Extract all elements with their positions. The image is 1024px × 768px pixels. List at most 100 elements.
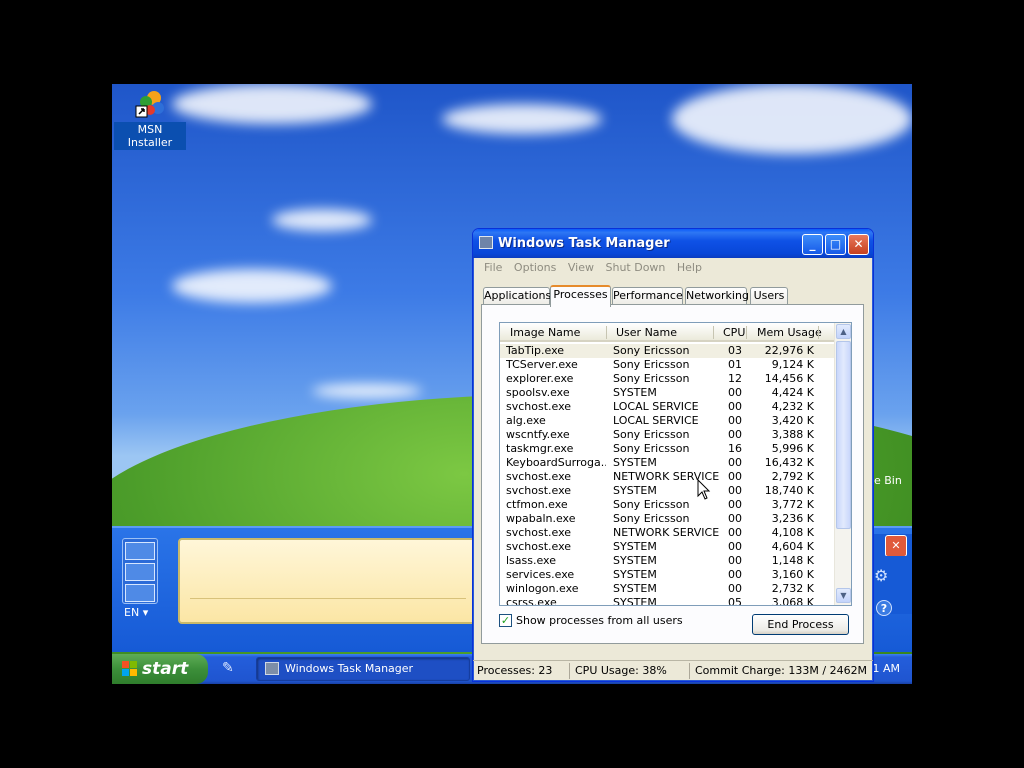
process-cpu: 00	[728, 498, 742, 511]
table-row[interactable]: lsass.exe SYSTEM 00 1,148 K	[500, 554, 836, 568]
process-user-name: SYSTEM	[613, 596, 657, 606]
table-row[interactable]: spoolsv.exe SYSTEM 00 4,424 K	[500, 386, 836, 400]
writing-baseline	[190, 598, 466, 599]
process-cpu: 00	[728, 568, 742, 581]
process-image-name: alg.exe	[506, 414, 546, 427]
desktop-icon-label: MSN Installer	[114, 122, 186, 150]
process-mem-usage: 4,604 K	[771, 540, 814, 553]
process-mem-usage: 3,388 K	[771, 428, 814, 441]
table-row[interactable]: services.exe SYSTEM 00 3,160 K	[500, 568, 836, 582]
process-image-name: svchost.exe	[506, 540, 572, 553]
column-header: Image Name User Name CPU Mem Usage	[500, 323, 836, 342]
process-user-name: SYSTEM	[613, 484, 657, 497]
table-row[interactable]: svchost.exe LOCAL SERVICE 00 4,232 K	[500, 400, 836, 414]
cloud	[442, 104, 602, 134]
table-row[interactable]: taskmgr.exe Sony Ericsson 16 5,996 K	[500, 442, 836, 456]
show-all-processes-checkbox[interactable]: ✓	[499, 614, 512, 627]
table-row[interactable]: svchost.exe SYSTEM 00 18,740 K	[500, 484, 836, 498]
process-cpu: 12	[728, 372, 742, 385]
desktop-icon-msn-installer[interactable]: MSN Installer	[114, 88, 186, 150]
gear-icon[interactable]: ⚙	[874, 566, 888, 585]
column-cpu[interactable]: CPU	[723, 326, 745, 339]
maximize-button[interactable]: □	[825, 234, 846, 255]
table-row[interactable]: svchost.exe NETWORK SERVICE 00 2,792 K	[500, 470, 836, 484]
table-row[interactable]: KeyboardSurroga... SYSTEM 00 16,432 K	[500, 456, 836, 470]
tab-applications[interactable]: Applications	[483, 287, 551, 305]
scroll-up-arrow-icon[interactable]: ▲	[836, 324, 851, 339]
menu-options[interactable]: Options	[510, 258, 560, 277]
process-user-name: NETWORK SERVICE	[613, 526, 720, 539]
process-list[interactable]: Image Name User Name CPU Mem Usage TabTi…	[499, 322, 852, 606]
window-title: Windows Task Manager	[498, 236, 670, 251]
table-row[interactable]: ctfmon.exe Sony Ericsson 00 3,772 K	[500, 498, 836, 512]
menu-view[interactable]: View	[564, 258, 598, 277]
column-mem-usage[interactable]: Mem Usage	[757, 326, 822, 339]
process-mem-usage: 3,068 K	[771, 596, 814, 606]
task-manager-icon	[479, 236, 493, 249]
taskbar-button-task-manager[interactable]: Windows Task Manager	[256, 657, 470, 681]
process-image-name: TabTip.exe	[506, 344, 565, 357]
menu-file[interactable]: File	[480, 258, 506, 277]
status-processes: Processes: 23	[477, 664, 553, 677]
tab-performance[interactable]: Performance	[612, 287, 683, 305]
table-row[interactable]: alg.exe LOCAL SERVICE 00 3,420 K	[500, 414, 836, 428]
table-row[interactable]: TCServer.exe Sony Ericsson 01 9,124 K	[500, 358, 836, 372]
process-cpu: 00	[728, 428, 742, 441]
table-row[interactable]: wpabaln.exe Sony Ericsson 00 3,236 K	[500, 512, 836, 526]
process-user-name: Sony Ericsson	[613, 498, 690, 511]
process-cpu: 00	[728, 582, 742, 595]
process-mem-usage: 1,148 K	[771, 554, 814, 567]
process-image-name: taskmgr.exe	[506, 442, 574, 455]
mouse-pointer-icon	[697, 479, 711, 500]
table-row[interactable]: svchost.exe SYSTEM 00 4,604 K	[500, 540, 836, 554]
table-row[interactable]: svchost.exe NETWORK SERVICE 00 4,108 K	[500, 526, 836, 540]
end-process-button[interactable]: End Process	[752, 614, 849, 635]
writing-pad[interactable]	[178, 538, 478, 624]
table-row[interactable]: wscntfy.exe Sony Ericsson 00 3,388 K	[500, 428, 836, 442]
tab-processes[interactable]: Processes	[550, 285, 611, 307]
menu-help[interactable]: Help	[673, 258, 706, 277]
process-mem-usage: 22,976 K	[764, 344, 814, 357]
tablet-pen-icon[interactable]: ✎	[222, 660, 234, 676]
process-user-name: Sony Ericsson	[613, 372, 690, 385]
process-image-name: svchost.exe	[506, 400, 572, 413]
vertical-scrollbar[interactable]: ▲ ▼	[834, 323, 851, 605]
input-panel-close-button[interactable]: ✕	[885, 535, 907, 557]
menu-shut-down[interactable]: Shut Down	[601, 258, 669, 277]
process-image-name: wscntfy.exe	[506, 428, 570, 441]
process-mem-usage: 3,420 K	[771, 414, 814, 427]
table-row[interactable]: TabTip.exe Sony Ericsson 03 22,976 K	[500, 344, 836, 358]
process-cpu: 00	[728, 400, 742, 413]
tip-panel-right-tools: ⚙ ?	[874, 556, 912, 616]
process-mem-usage: 18,740 K	[764, 484, 814, 497]
process-image-name: wpabaln.exe	[506, 512, 576, 525]
help-icon[interactable]: ?	[876, 600, 892, 616]
language-indicator[interactable]: EN ▾	[124, 606, 148, 619]
scroll-down-arrow-icon[interactable]: ▼	[836, 588, 851, 603]
process-mem-usage: 9,124 K	[771, 358, 814, 371]
minimize-button[interactable]: _	[802, 234, 823, 255]
recycle-bin-label-partial[interactable]: e Bin	[874, 474, 902, 487]
title-bar[interactable]: Windows Task Manager _ □ ✕	[473, 229, 873, 258]
column-user-name[interactable]: User Name	[616, 326, 677, 339]
process-mem-usage: 2,732 K	[771, 582, 814, 595]
tray-clock[interactable]: 1 AM	[872, 662, 900, 675]
process-cpu: 00	[728, 526, 742, 539]
process-cpu: 05	[728, 596, 742, 606]
tab-networking[interactable]: Networking	[685, 287, 749, 305]
start-button[interactable]: start	[112, 654, 208, 684]
scroll-thumb[interactable]	[836, 341, 851, 529]
table-row[interactable]: explorer.exe Sony Ericsson 12 14,456 K	[500, 372, 836, 386]
character-pad-mode-button[interactable]	[125, 563, 155, 581]
table-row[interactable]: winlogon.exe SYSTEM 00 2,732 K	[500, 582, 836, 596]
process-image-name: svchost.exe	[506, 526, 572, 539]
column-image-name[interactable]: Image Name	[510, 326, 580, 339]
keyboard-mode-button[interactable]	[125, 584, 155, 602]
process-image-name: TCServer.exe	[506, 358, 578, 371]
process-user-name: Sony Ericsson	[613, 358, 690, 371]
writing-pad-mode-button[interactable]	[125, 542, 155, 560]
process-user-name: LOCAL SERVICE	[613, 400, 699, 413]
tab-users[interactable]: Users	[750, 287, 788, 305]
close-button[interactable]: ✕	[848, 234, 869, 255]
table-row[interactable]: csrss.exe SYSTEM 05 3,068 K	[500, 596, 836, 606]
